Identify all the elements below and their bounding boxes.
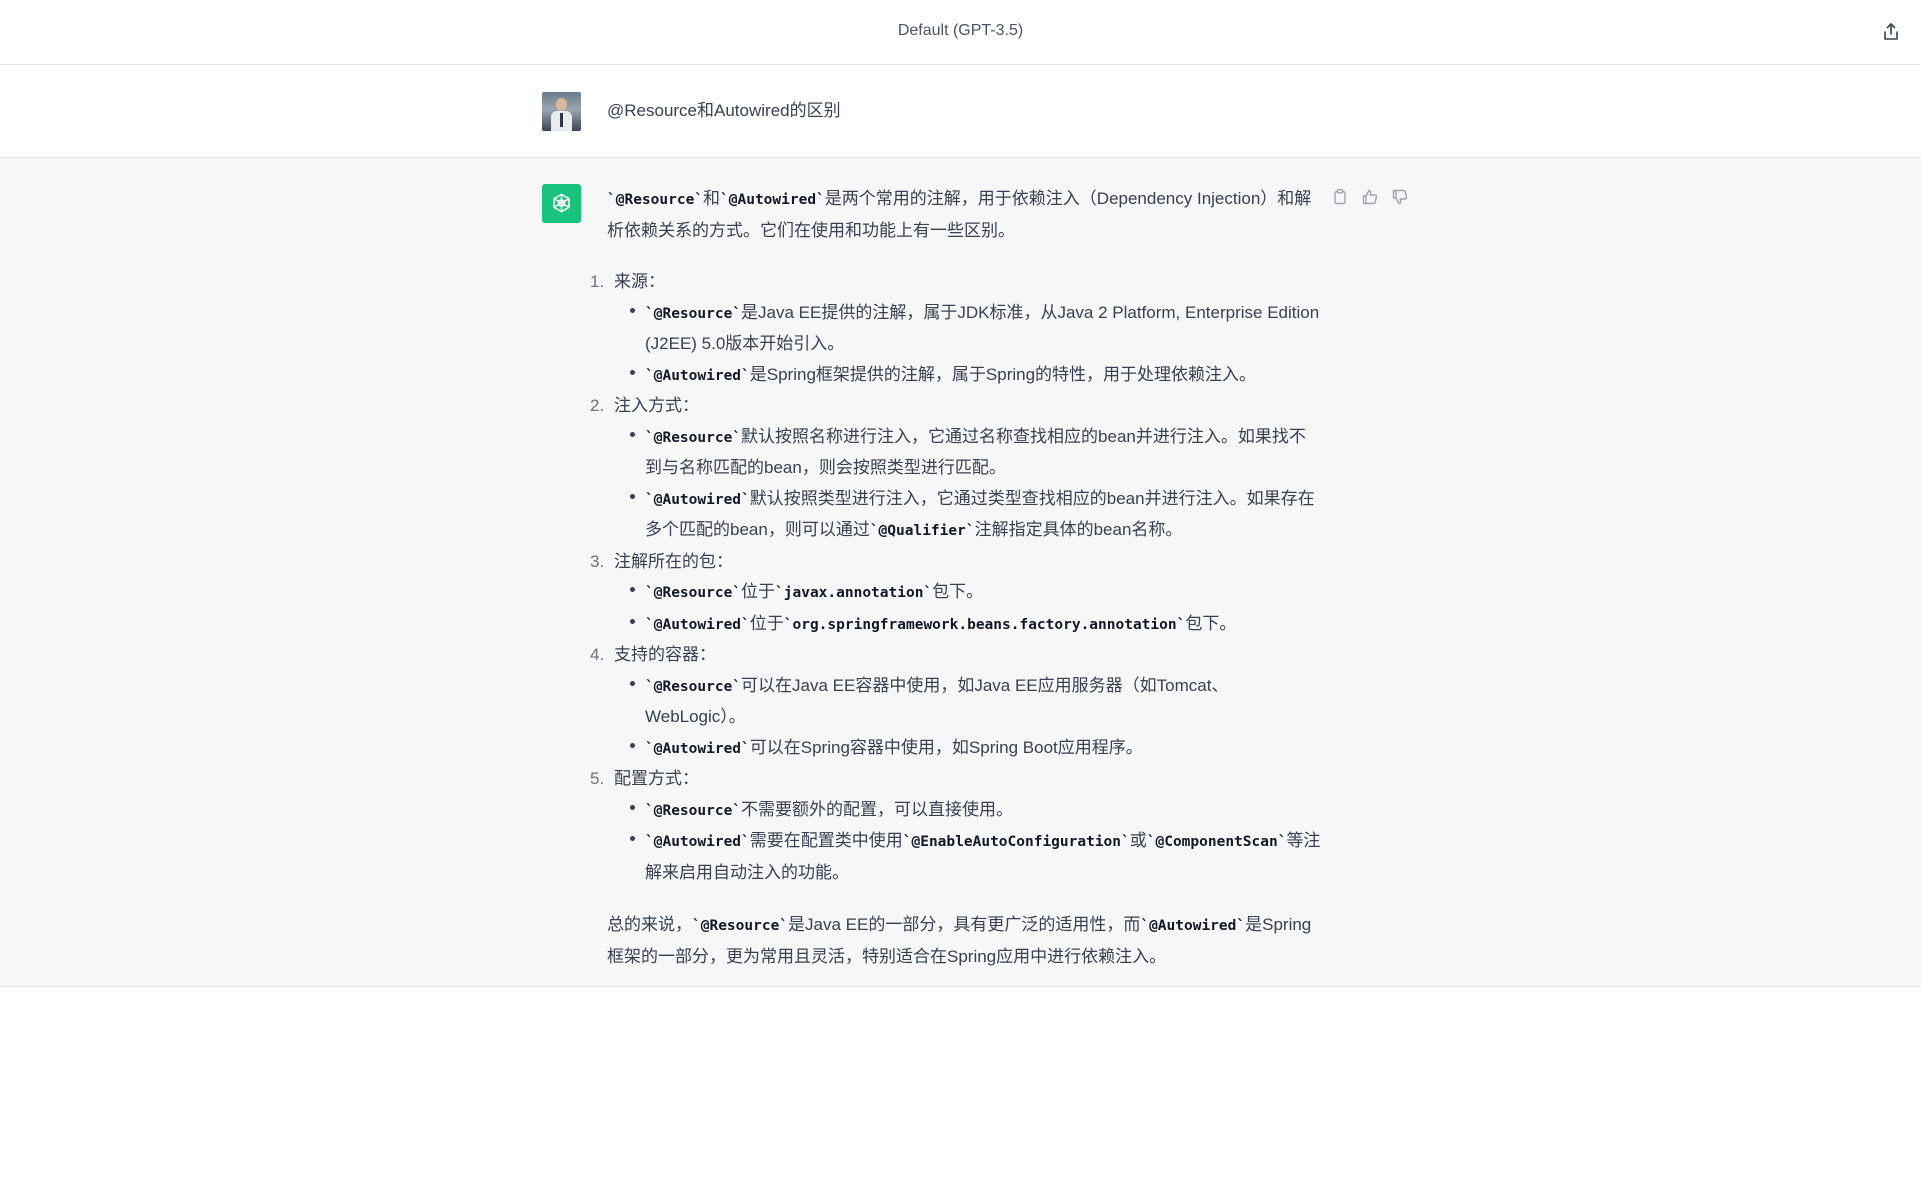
bullet-item: `@Resource`是Java EE提供的注解，属于JDK标准，从Java 2… <box>630 298 1322 360</box>
list-item-configuration: 5. 配置方式： `@Resource`不需要额外的配置，可以直接使用。 `@Au… <box>590 764 1322 888</box>
inline-code: `@Autowired` <box>645 834 750 850</box>
bullet-item: `@Resource`不需要额外的配置，可以直接使用。 <box>630 795 1322 827</box>
section-title: 注入方式： <box>614 396 699 415</box>
inline-code: `org.springframework.beans.factory.annot… <box>783 616 1186 633</box>
inline-code: `@EnableAutoConfiguration` <box>902 834 1130 850</box>
inline-code: `@Autowired` <box>1140 918 1246 934</box>
intro-paragraph: `@Resource`和`@Autowired`是两个常用的注解，用于依赖注入（… <box>607 189 1312 240</box>
inline-code: `@Resource` <box>607 192 704 208</box>
summary-paragraph: 总的来说，`@Resource`是Java EE的一部分，具有更广泛的适用性，而… <box>607 915 1312 966</box>
list-item-package: 3. 注解所在的包： `@Resource`位于`javax.annotation… <box>590 547 1322 641</box>
top-bar: Default (GPT-3.5) <box>0 0 1921 65</box>
list-item-container: 4. 支持的容器： `@Resource`可以在Java EE容器中使用，如Jav… <box>590 640 1322 765</box>
inline-code: `@Resource` <box>645 305 742 322</box>
user-avatar <box>542 92 581 131</box>
assistant-message-content: `@Resource`和`@Autowired`是两个常用的注解，用于依赖注入（… <box>590 184 1322 972</box>
share-icon[interactable] <box>1881 22 1901 42</box>
user-message-row: @Resource和Autowired的区别 <box>0 65 1921 158</box>
list-item-source: 1. 来源： `@Resource`是Java EE提供的注解，属于JDK标准，从… <box>590 267 1322 392</box>
bullet-item: `@Autowired`可以在Spring容器中使用，如Spring Boot应… <box>630 733 1322 765</box>
chatgpt-logo-icon <box>542 184 581 223</box>
inline-code: `@Resource` <box>645 678 742 695</box>
inline-code: `@Autowired` <box>645 740 750 757</box>
inline-code: `@Autowired` <box>645 616 750 633</box>
bullet-item: `@Autowired`默认按照类型进行注入，它通过类型查找相应的bean并进行… <box>630 484 1322 547</box>
section-title: 来源： <box>614 272 665 291</box>
inline-code: `@Qualifier` <box>869 523 975 539</box>
inline-code: `@Resource` <box>692 918 789 934</box>
assistant-message-row: `@Resource`和`@Autowired`是两个常用的注解，用于依赖注入（… <box>0 158 1921 987</box>
inline-code: `javax.annotation` <box>775 585 933 601</box>
section-title: 注解所在的包： <box>614 551 733 571</box>
section-title: 支持的容器： <box>614 645 716 664</box>
difference-list: 1. 来源： `@Resource`是Java EE提供的注解，属于JDK标准，从… <box>590 267 1322 888</box>
thumbs-up-icon[interactable] <box>1361 188 1379 206</box>
inline-code: `@Autowired` <box>645 491 750 508</box>
bullet-item: `@Autowired`是Spring框架提供的注解，属于Spring的特性，用… <box>630 360 1322 392</box>
user-message-text: @Resource和Autowired的区别 <box>607 101 841 120</box>
model-title[interactable]: Default (GPT-3.5) <box>0 22 1921 40</box>
bullet-item: `@Resource`位于`javax.annotation`包下。 <box>630 577 1322 609</box>
inline-code: `@Autowired` <box>720 192 825 208</box>
inline-code: `@Autowired` <box>645 367 750 384</box>
inline-code: `@Resource` <box>645 802 742 819</box>
bullet-item: `@Resource`默认按照名称进行注入，它通过名称查找相应的bean并进行注… <box>630 422 1322 484</box>
bullet-item: `@Autowired`需要在配置类中使用`@EnableAutoConfigu… <box>630 826 1322 888</box>
inline-code: `@ComponentScan` <box>1146 834 1287 850</box>
section-title: 配置方式： <box>614 769 699 788</box>
list-item-injection: 2. 注入方式： `@Resource`默认按照名称进行注入，它通过名称查找相应的… <box>590 391 1322 547</box>
inline-code: `@Resource` <box>645 429 742 446</box>
inline-code: `@Resource` <box>645 585 742 601</box>
copy-icon[interactable] <box>1331 188 1349 206</box>
bullet-item: `@Autowired`位于`org.springframework.beans… <box>630 609 1322 641</box>
bullet-item: `@Resource`可以在Java EE容器中使用，如Java EE应用服务器… <box>630 671 1322 733</box>
thumbs-down-icon[interactable] <box>1391 188 1409 206</box>
